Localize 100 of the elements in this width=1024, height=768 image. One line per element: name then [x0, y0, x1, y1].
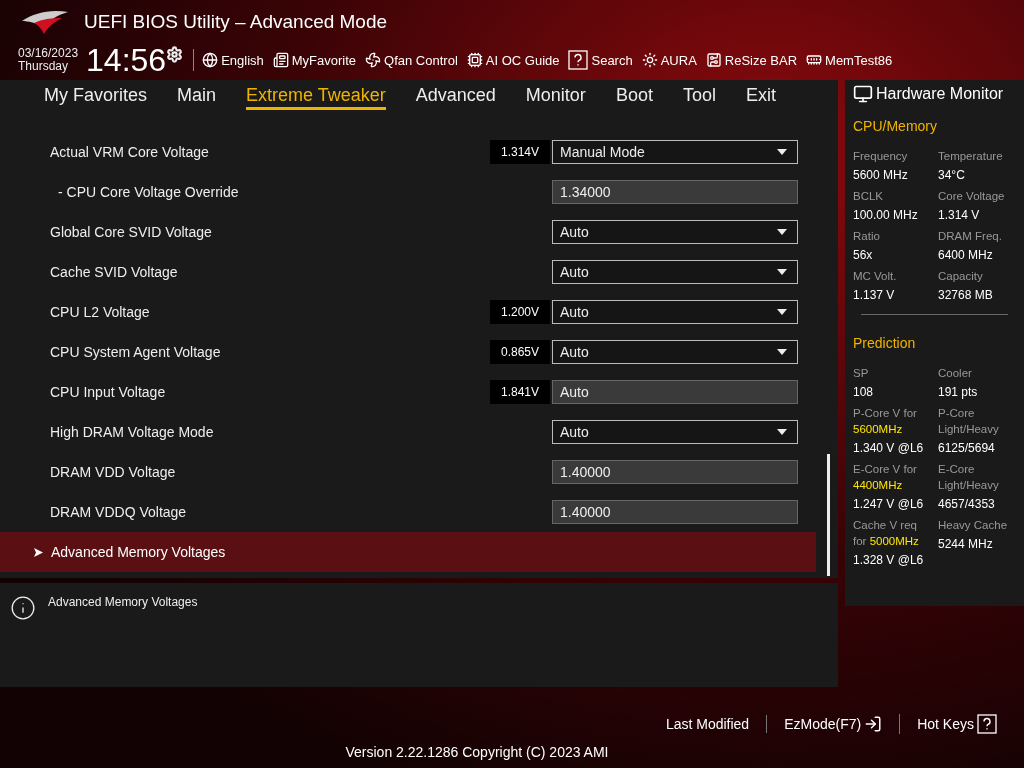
selected-row[interactable]: Advanced Memory Voltages — [0, 532, 816, 572]
stat-label: Capacity — [938, 269, 984, 284]
panel-title: Hardware Monitor — [876, 85, 1004, 103]
clock-time: 14:56 — [86, 44, 167, 76]
stat-label: Cooler — [938, 366, 973, 381]
stat-label: SP — [853, 366, 870, 381]
stat-label: Core Voltage — [938, 189, 1006, 204]
stat-value: 5244 MHz — [938, 537, 994, 551]
stat-value: 6400 MHz — [938, 248, 994, 262]
stat-value: 1.137 V — [853, 288, 896, 302]
toolbar-button[interactable]: MyFavorite — [272, 52, 357, 68]
toolbar-button[interactable]: English — [202, 52, 264, 68]
dropdown[interactable]: Auto — [552, 220, 798, 244]
stat-label: Frequency — [853, 149, 909, 164]
menu-tab[interactable]: Monitor — [525, 80, 586, 110]
scrollbar[interactable] — [827, 454, 830, 576]
setting-label: Actual VRM Core Voltage — [50, 144, 210, 160]
stat-value: 1.340 V @L6 — [853, 441, 925, 455]
stat-label: Temperature — [938, 149, 1004, 164]
help-icon — [977, 714, 997, 734]
logo-icon — [20, 9, 70, 35]
stat-value: 108 — [853, 385, 875, 399]
stat-label: Cache V req for 5000MHz — [853, 518, 920, 549]
section-title: Prediction — [853, 335, 917, 351]
menu-tab[interactable]: Advanced — [415, 80, 496, 110]
menu-tab[interactable]: My Favorites — [44, 80, 148, 110]
footer-button[interactable]: EzMode(F7) — [766, 715, 900, 733]
caret-icon — [777, 349, 787, 355]
stat-value: 32768 MB — [938, 288, 994, 302]
caret-icon — [777, 229, 787, 235]
toolbar-button[interactable]: AI OC Guide — [466, 52, 560, 68]
menu-tab[interactable]: Tool — [682, 80, 716, 110]
dropdown[interactable]: Auto — [552, 420, 798, 444]
dropdown[interactable]: Auto — [552, 340, 798, 364]
footer-button[interactable]: Last Modified — [648, 716, 767, 732]
stat-value: 1.314 V — [938, 208, 981, 222]
input-field[interactable]: 1.40000 — [552, 460, 798, 484]
setting-label: - CPU Core Voltage Override — [57, 184, 240, 200]
menu-tab[interactable]: Boot — [615, 80, 653, 110]
toolbar-button[interactable]: Qfan Control — [365, 52, 458, 68]
setting-label: Global Core SVID Voltage — [50, 224, 213, 240]
voltage-reading: 1.200V — [490, 300, 550, 324]
stat-label: P-Core Light/Heavy — [938, 406, 1000, 437]
list-icon — [272, 52, 289, 68]
dropdown[interactable]: Auto — [552, 260, 798, 284]
section-title: CPU/Memory — [853, 118, 938, 134]
memory-icon — [806, 52, 823, 68]
stat-label: MC Volt. — [853, 269, 898, 284]
light-icon — [641, 52, 658, 68]
footer-button[interactable]: Hot Keys — [899, 714, 1014, 734]
input-field[interactable]: Auto — [552, 380, 798, 404]
voltage-reading: 1.841V — [490, 380, 550, 404]
stat-value: 100.00 MHz — [853, 208, 919, 222]
stat-value: 191 pts — [938, 385, 979, 399]
setting-label: DRAM VDDQ Voltage — [50, 504, 188, 520]
stat-label: Ratio — [853, 229, 881, 244]
dropdown[interactable]: Auto — [552, 300, 798, 324]
chip-icon — [466, 52, 483, 68]
stat-value: 1.328 V @L6 — [853, 553, 925, 567]
help-text: Advanced Memory Voltages — [48, 595, 198, 611]
exit-icon — [864, 715, 883, 733]
setting-label: CPU Input Voltage — [50, 384, 167, 400]
input-field[interactable]: 1.40000 — [552, 500, 798, 524]
toolbar-button[interactable]: MemTest86 — [806, 52, 893, 68]
dropdown[interactable]: Manual Mode — [552, 140, 798, 164]
stat-value: 6125/5694 — [938, 441, 996, 455]
submenu-link[interactable]: Advanced Memory Voltages — [34, 544, 226, 560]
info-icon — [10, 595, 36, 621]
stat-value: 34°C — [938, 168, 966, 182]
setting-label: DRAM VDD Voltage — [50, 464, 177, 480]
toolbar-button[interactable]: ReSize BAR — [705, 52, 798, 68]
globe-icon — [202, 52, 219, 68]
stat-label: DRAM Freq. — [938, 229, 1003, 244]
stat-label: E-Core V for 4400MHz — [853, 462, 918, 493]
setting-label: High DRAM Voltage Mode — [50, 424, 215, 440]
card-icon — [705, 52, 722, 68]
toolbar-button[interactable]: Search — [568, 50, 633, 70]
setting-label: CPU L2 Voltage — [50, 304, 151, 320]
stat-label: P-Core V for 5600MHz — [853, 406, 918, 437]
caret-icon — [777, 429, 787, 435]
stat-label: BCLK — [853, 189, 885, 204]
version-text: Version 2.22.1286 Copyright (C) 2023 AMI — [345, 744, 609, 760]
input-field[interactable]: 1.34000 — [552, 180, 798, 204]
date-text: 03/16/2023 — [18, 47, 79, 60]
menu-tab[interactable]: Main — [177, 80, 217, 110]
menu-tab[interactable]: Exit — [745, 80, 776, 110]
setting-label: CPU System Agent Voltage — [50, 344, 222, 360]
help-icon — [568, 50, 589, 70]
caret-icon — [777, 149, 787, 155]
day-text: Thursday — [18, 60, 70, 73]
monitor-icon — [853, 84, 873, 104]
setting-label: Cache SVID Voltage — [50, 264, 179, 280]
settings-icon[interactable] — [166, 46, 184, 63]
arrow-icon — [34, 547, 43, 557]
window-title: UEFI BIOS Utility – Advanced Mode — [84, 11, 388, 33]
stat-value: 1.247 V @L6 — [853, 497, 925, 511]
voltage-reading: 0.865V — [490, 340, 550, 364]
toolbar-button[interactable]: AURA — [641, 52, 697, 68]
stat-label: Heavy Cache — [938, 518, 1009, 533]
stat-value: 5600 MHz — [853, 168, 909, 182]
